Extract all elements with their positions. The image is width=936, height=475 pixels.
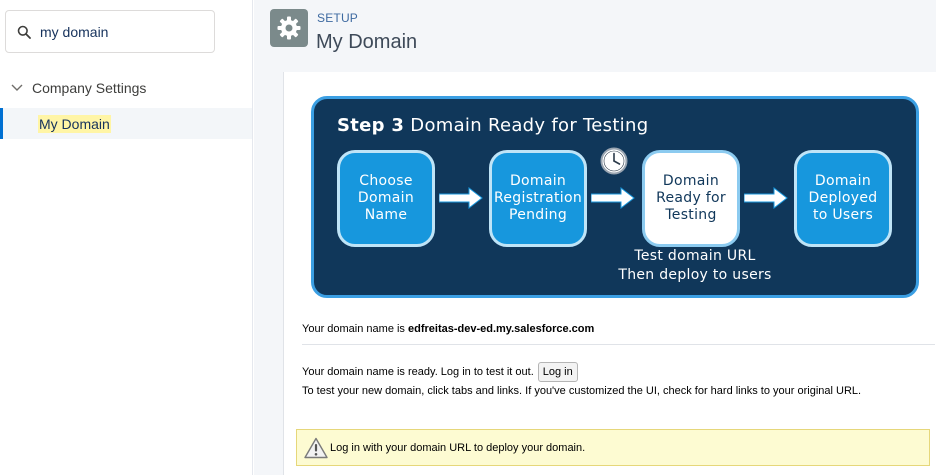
arrow-right-icon — [591, 187, 635, 209]
step-ready-for-testing: Domain Ready for Testing — [642, 150, 740, 247]
quick-find-box[interactable] — [5, 10, 215, 53]
step-registration-pending: Domain Registration Pending — [489, 150, 587, 247]
domain-name-value: edfreitas-dev-ed.my.salesforce.com — [408, 323, 595, 335]
gear-icon — [270, 9, 308, 47]
tree-item-label: Company Settings — [32, 80, 147, 96]
test-domain-hint: To test your new domain, click tabs and … — [302, 385, 862, 397]
header-eyebrow: SETUP — [317, 11, 359, 25]
warning-text: Log in with your domain URL to deploy yo… — [330, 441, 586, 454]
arrow-right-icon — [439, 187, 483, 209]
arrow-right-icon — [744, 187, 788, 209]
deploy-warning-banner: Log in with your domain URL to deploy yo… — [296, 429, 930, 466]
content-panel: Step 3 Domain Ready for Testing Choose D… — [283, 72, 936, 475]
step-deployed-to-users: Domain Deployed to Users — [794, 150, 892, 247]
main-content: SETUP My Domain Step 3 Domain Ready for … — [254, 0, 936, 475]
chevron-down-icon[interactable] — [2, 84, 32, 92]
domain-name-line: Your domain name is edfreitas-dev-ed.my.… — [302, 323, 594, 335]
domain-step-graphic: Step 3 Domain Ready for Testing Choose D… — [311, 96, 919, 298]
domain-prefix: Your domain name is — [302, 323, 405, 335]
step-choose-domain: Choose Domain Name — [337, 150, 435, 247]
setup-sidebar: Company Settings My Domain — [0, 0, 253, 475]
caption-line-2: Then deploy to users — [618, 267, 772, 283]
search-icon — [16, 24, 32, 40]
tree-item-my-domain[interactable]: My Domain — [0, 108, 252, 139]
quick-find-input[interactable] — [40, 23, 200, 40]
caption-line-1: Test domain URL — [634, 248, 756, 264]
domain-ready-line: Your domain name is ready. Log in to tes… — [302, 362, 578, 382]
page-header: SETUP My Domain — [254, 0, 936, 68]
tree-item-company-settings[interactable]: Company Settings — [0, 74, 252, 102]
warning-icon — [304, 437, 328, 458]
log-in-button[interactable]: Log in — [537, 362, 578, 382]
tree-item-label: My Domain — [38, 114, 111, 133]
page-title: My Domain — [316, 31, 418, 53]
step-name: Domain Ready for Testing — [410, 115, 649, 136]
domain-ready-text: Your domain name is ready. Log in to tes… — [302, 366, 534, 378]
clock-icon — [600, 147, 628, 175]
step-number: Step 3 — [337, 115, 405, 136]
step-caption: Test domain URL Then deploy to users — [610, 247, 780, 285]
divider — [302, 344, 935, 345]
step-title: Step 3 Domain Ready for Testing — [337, 115, 648, 136]
